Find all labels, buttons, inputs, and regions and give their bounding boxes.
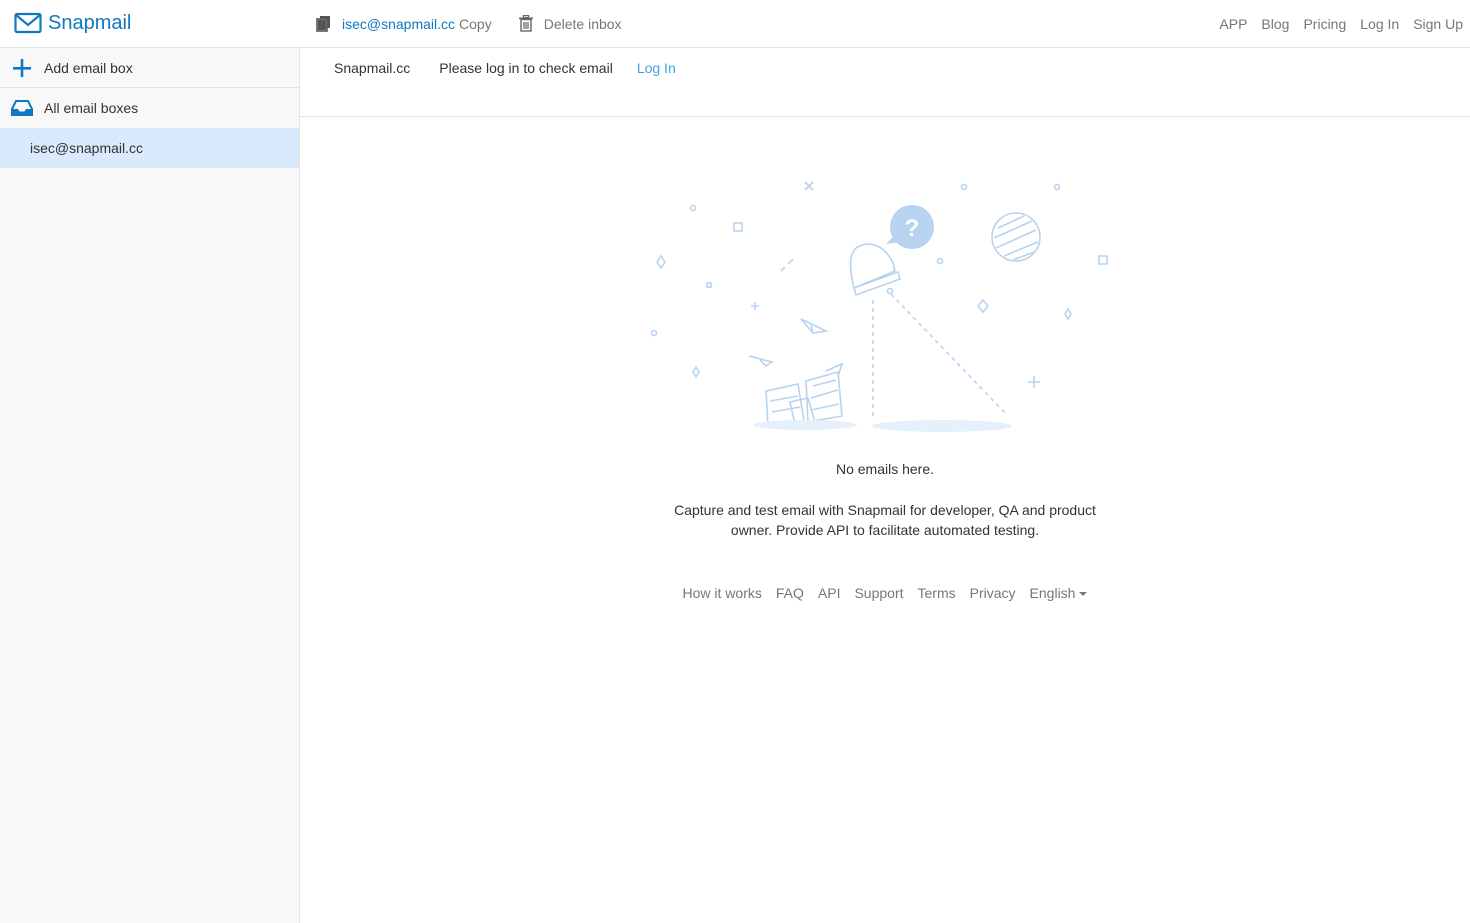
footer-faq[interactable]: FAQ	[776, 585, 804, 601]
copy-email-button[interactable]: isec@snapmail.cc Copy	[316, 15, 492, 32]
add-email-box-button[interactable]: Add email box	[0, 48, 299, 88]
footer-api[interactable]: API	[818, 585, 841, 601]
envelope-icon	[14, 12, 42, 34]
nav-pricing[interactable]: Pricing	[1303, 16, 1346, 32]
language-label: English	[1029, 585, 1076, 601]
nav-app[interactable]: APP	[1219, 16, 1247, 32]
mailbox-item[interactable]: isec@snapmail.cc	[0, 128, 299, 168]
footer-privacy[interactable]: Privacy	[970, 585, 1016, 601]
nav-blog[interactable]: Blog	[1261, 16, 1289, 32]
footer-support[interactable]: Support	[854, 585, 903, 601]
empty-inbox-illustration: ?	[650, 181, 1108, 432]
sidebar: Add email box All email boxes isec@snapm…	[0, 48, 300, 923]
mailbox-label: isec@snapmail.cc	[30, 140, 144, 156]
footer-how-it-works[interactable]: How it works	[683, 585, 762, 601]
copy-label: Copy	[459, 15, 492, 32]
login-message: Please log in to check email	[439, 60, 613, 76]
top-header: Snapmail isec@snapmail.cc Copy Delete in…	[0, 0, 1470, 48]
empty-description: Capture and test email with Snapmail for…	[674, 502, 1096, 538]
delete-inbox-button[interactable]: Delete inbox	[518, 15, 622, 32]
login-link[interactable]: Log In	[637, 60, 676, 76]
trash-icon	[518, 15, 533, 32]
footer-links: How it works FAQ API Support Terms Priva…	[300, 585, 1470, 601]
empty-title: No emails here.	[835, 461, 935, 477]
language-dropdown[interactable]: English	[1030, 585, 1088, 601]
nav-signup[interactable]: Sign Up	[1413, 16, 1463, 32]
site-name: Snapmail.cc	[334, 60, 411, 76]
current-email: isec@snapmail.cc	[342, 15, 456, 32]
copy-icon	[316, 16, 330, 32]
inbox-icon	[0, 98, 44, 118]
plus-icon	[0, 58, 44, 78]
main-content: Snapmail.cc Please log in to check email…	[300, 48, 1470, 923]
top-nav: APP Blog Pricing Log In Sign Up	[1205, 16, 1463, 32]
login-notice-bar: Snapmail.cc Please log in to check email…	[300, 48, 1470, 117]
inbox-toolbar: isec@snapmail.cc Copy Delete inbox	[316, 15, 622, 32]
nav-login[interactable]: Log In	[1360, 16, 1399, 32]
all-email-boxes-item[interactable]: All email boxes	[0, 88, 299, 128]
brand-logo[interactable]: Snapmail	[14, 11, 131, 35]
add-email-box-label: Add email box	[44, 59, 133, 76]
delete-inbox-label: Delete inbox	[543, 15, 622, 32]
caret-down-icon	[1079, 592, 1088, 597]
svg-text:?: ?	[905, 215, 920, 242]
brand-name: Snapmail	[48, 11, 132, 34]
all-email-boxes-label: All email boxes	[44, 100, 139, 116]
footer-terms[interactable]: Terms	[918, 585, 956, 601]
